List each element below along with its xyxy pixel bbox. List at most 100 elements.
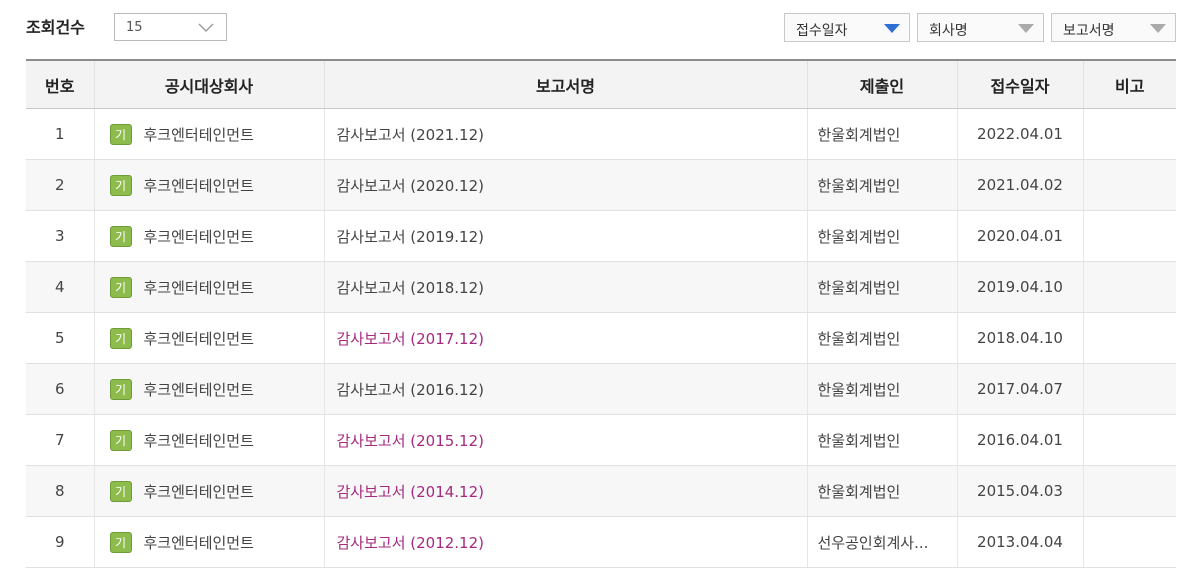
company-cell: 기 후크엔터테인먼트	[93, 312, 324, 364]
report-cell: 감사보고서 (2017.12)	[323, 312, 807, 364]
table-header-row: 번호 공시대상회사 보고서명 제출인 접수일자 비고	[26, 59, 1176, 109]
report-name-link[interactable]: 감사보고서 (2015.12)	[337, 432, 485, 450]
report-name-link[interactable]: 감사보고서 (2019.12)	[337, 228, 485, 246]
row-number: 9	[26, 516, 94, 568]
result-count-label: 조회건수	[26, 18, 85, 37]
row-number: 2	[26, 159, 94, 211]
report-cell: 감사보고서 (2019.12)	[323, 210, 807, 262]
header-submitter: 제출인	[806, 59, 957, 109]
row-number: 1	[26, 108, 94, 160]
report-cell: 감사보고서 (2015.12)	[323, 414, 807, 466]
row-number: 5	[26, 312, 94, 364]
report-name-link[interactable]: 감사보고서 (2014.12)	[337, 483, 485, 501]
company-name-link[interactable]: 후크엔터테인먼트	[144, 228, 254, 246]
submitter-cell: 한울회계법인	[806, 312, 957, 364]
note-cell	[1082, 414, 1176, 466]
submitter-cell: 한울회계법인	[806, 108, 957, 160]
report-cell: 감사보고서 (2012.12)	[323, 516, 807, 568]
receipt-date-cell: 2017.04.07	[956, 363, 1083, 415]
submitter-cell: 한울회계법인	[806, 414, 957, 466]
report-cell: 감사보고서 (2014.12)	[323, 465, 807, 517]
company-cell: 기 후크엔터테인먼트	[93, 363, 324, 415]
company-cell: 기 후크엔터테인먼트	[93, 108, 324, 160]
note-cell	[1082, 159, 1176, 211]
table-row: 4 기 후크엔터테인먼트 감사보고서 (2018.12) 한울회계법인 2019.04.1…	[26, 261, 1176, 313]
report-name-link[interactable]: 감사보고서 (2016.12)	[337, 381, 485, 399]
market-type-badge: 기	[109, 531, 132, 553]
table-row: 1 기 후크엔터테인먼트 감사보고서 (2021.12) 한울회계법인 2022.04.0…	[26, 108, 1176, 160]
note-cell	[1082, 516, 1176, 568]
note-cell	[1082, 363, 1176, 415]
sort-by-company-select[interactable]: 회사명	[917, 13, 1044, 42]
note-cell	[1082, 108, 1176, 160]
result-count-value: 15	[126, 20, 143, 35]
table-row: 6 기 후크엔터테인먼트 감사보고서 (2016.12) 한울회계법인 2017.04.0…	[26, 363, 1176, 415]
market-type-badge: 기	[109, 480, 132, 502]
table-row: 5 기 후크엔터테인먼트 감사보고서 (2017.12) 한울회계법인 2018.04.1…	[26, 312, 1176, 364]
report-name-link[interactable]: 감사보고서 (2012.12)	[337, 534, 485, 552]
report-cell: 감사보고서 (2018.12)	[323, 261, 807, 313]
report-name-link[interactable]: 감사보고서 (2018.12)	[337, 279, 485, 297]
company-cell: 기 후크엔터테인먼트	[93, 414, 324, 466]
market-type-badge: 기	[109, 123, 132, 145]
table-row: 8 기 후크엔터테인먼트 감사보고서 (2014.12) 한울회계법인 2015.04.0…	[26, 465, 1176, 517]
table-row: 7 기 후크엔터테인먼트 감사보고서 (2015.12) 한울회계법인 2016.04.0…	[26, 414, 1176, 466]
caret-down-icon	[1018, 24, 1034, 33]
market-type-badge: 기	[109, 429, 132, 451]
company-cell: 기 후크엔터테인먼트	[93, 465, 324, 517]
submitter-cell: 한울회계법인	[806, 159, 957, 211]
list-toolbar: 조회건수 15 접수일자 회사명 보고서명	[0, 0, 1190, 58]
header-note: 비고	[1082, 59, 1176, 109]
row-number: 6	[26, 363, 94, 415]
header-date: 접수일자	[956, 59, 1083, 109]
row-number: 4	[26, 261, 94, 313]
report-name-link[interactable]: 감사보고서 (2020.12)	[337, 177, 485, 195]
market-type-badge: 기	[109, 276, 132, 298]
sort-by-date-select[interactable]: 접수일자	[784, 13, 910, 42]
header-no: 번호	[26, 59, 94, 109]
row-number: 8	[26, 465, 94, 517]
receipt-date-cell: 2013.04.04	[956, 516, 1083, 568]
receipt-date-cell: 2015.04.03	[956, 465, 1083, 517]
sort-by-company-label: 회사명	[929, 23, 968, 39]
company-cell: 기 후크엔터테인먼트	[93, 159, 324, 211]
report-name-link[interactable]: 감사보고서 (2021.12)	[337, 126, 485, 144]
receipt-date-cell: 2019.04.10	[956, 261, 1083, 313]
header-report: 보고서명	[323, 59, 807, 109]
note-cell	[1082, 312, 1176, 364]
receipt-date-cell: 2021.04.02	[956, 159, 1083, 211]
sort-by-report-label: 보고서명	[1063, 23, 1115, 39]
note-cell	[1082, 261, 1176, 313]
report-name-link[interactable]: 감사보고서 (2017.12)	[337, 330, 485, 348]
row-number: 7	[26, 414, 94, 466]
submitter-cell: 한울회계법인	[806, 261, 957, 313]
market-type-badge: 기	[109, 225, 132, 247]
table-row: 9 기 후크엔터테인먼트 감사보고서 (2012.12) 선우공인회계사... 2013.…	[26, 516, 1176, 568]
chevron-down-icon	[198, 23, 214, 32]
market-type-badge: 기	[109, 378, 132, 400]
note-cell	[1082, 210, 1176, 262]
company-cell: 기 후크엔터테인먼트	[93, 261, 324, 313]
receipt-date-cell: 2016.04.01	[956, 414, 1083, 466]
company-name-link[interactable]: 후크엔터테인먼트	[144, 177, 254, 195]
company-name-link[interactable]: 후크엔터테인먼트	[144, 126, 254, 144]
sort-by-report-select[interactable]: 보고서명	[1051, 13, 1176, 42]
result-count-select[interactable]: 15	[114, 13, 227, 41]
note-cell	[1082, 465, 1176, 517]
company-name-link[interactable]: 후크엔터테인먼트	[144, 279, 254, 297]
company-cell: 기 후크엔터테인먼트	[93, 210, 324, 262]
caret-down-icon-active	[884, 24, 900, 33]
table-row: 3 기 후크엔터테인먼트 감사보고서 (2019.12) 한울회계법인 2020.04.0…	[26, 210, 1176, 262]
company-name-link[interactable]: 후크엔터테인먼트	[144, 534, 254, 552]
disclosure-table: 번호 공시대상회사 보고서명 제출인 접수일자 비고 1 기 후크엔터테인먼트 감사보…	[26, 59, 1176, 568]
submitter-cell: 한울회계법인	[806, 210, 957, 262]
company-name-link[interactable]: 후크엔터테인먼트	[144, 381, 254, 399]
company-cell: 기 후크엔터테인먼트	[93, 516, 324, 568]
receipt-date-cell: 2018.04.10	[956, 312, 1083, 364]
company-name-link[interactable]: 후크엔터테인먼트	[144, 432, 254, 450]
table-row: 2 기 후크엔터테인먼트 감사보고서 (2020.12) 한울회계법인 2021.04.0…	[26, 159, 1176, 211]
market-type-badge: 기	[109, 174, 132, 196]
company-name-link[interactable]: 후크엔터테인먼트	[144, 483, 254, 501]
caret-down-icon	[1150, 24, 1166, 33]
company-name-link[interactable]: 후크엔터테인먼트	[144, 330, 254, 348]
